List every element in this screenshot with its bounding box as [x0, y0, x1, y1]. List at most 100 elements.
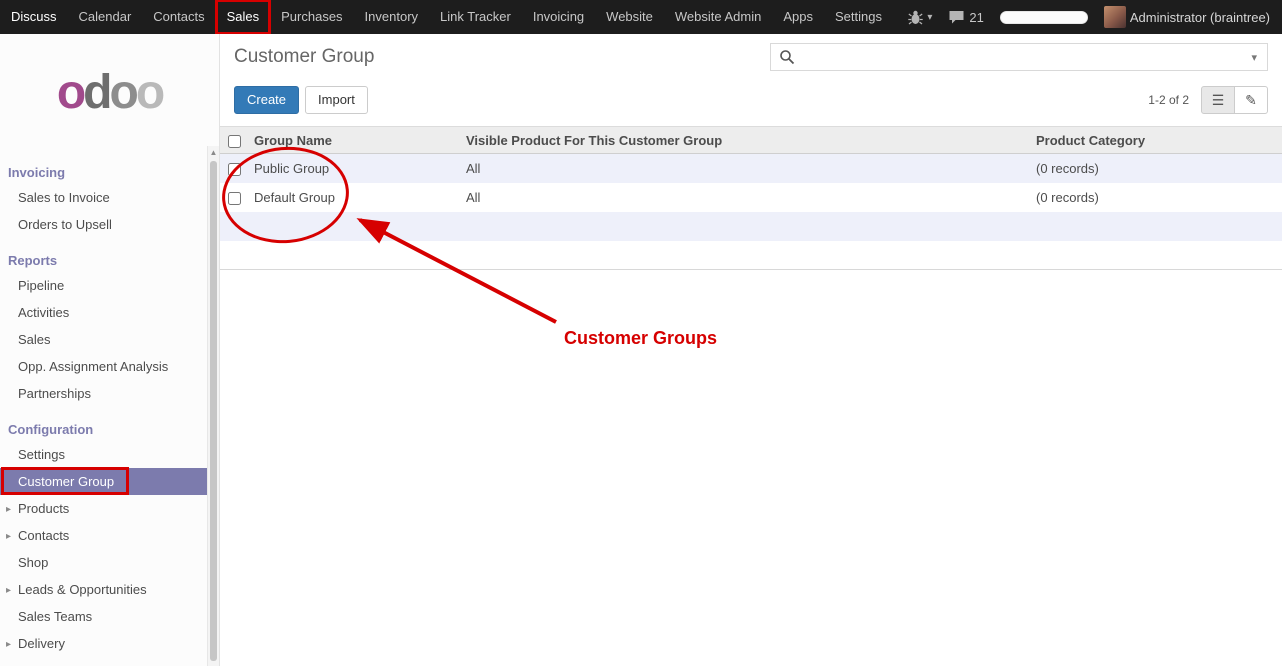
list-icon: ☰	[1212, 92, 1225, 109]
logo-letter: o	[136, 65, 162, 120]
search-box[interactable]: ▾	[770, 43, 1268, 71]
scroll-up-icon[interactable]: ▲	[208, 146, 219, 159]
sidebar-item-settings[interactable]: Settings	[0, 441, 207, 468]
nav-item-website-admin[interactable]: Website Admin	[664, 0, 772, 34]
chat-bubble-icon	[948, 10, 965, 25]
message-count-badge: 21	[969, 10, 983, 25]
main-menu: Discuss Calendar Contacts Sales Purchase…	[0, 0, 893, 34]
column-header-product-category[interactable]: Product Category	[1030, 127, 1282, 154]
sidebar-item-products[interactable]: ▸ Products	[0, 495, 207, 522]
navbar-systray: ▾ 21 Administrator (braintree)	[908, 6, 1282, 28]
sidebar-menu: Invoicing Sales to Invoice Orders to Ups…	[0, 158, 207, 657]
nav-item-apps[interactable]: Apps	[772, 0, 824, 34]
nav-item-sales[interactable]: Sales	[216, 0, 271, 34]
submenu-arrow-icon: ▸	[6, 529, 11, 544]
sidebar-item-contacts[interactable]: ▸ Contacts	[0, 522, 207, 549]
cell-visible-product[interactable]: All	[460, 183, 1030, 212]
sidebar-item-delivery[interactable]: ▸ Delivery	[0, 630, 207, 657]
import-button[interactable]: Import	[305, 86, 368, 114]
main-content: Customer Group ▾ Create Import 1-2 of 2 …	[220, 34, 1282, 666]
sidebar-item-label: Contacts	[18, 528, 69, 543]
nav-item-settings[interactable]: Settings	[824, 0, 893, 34]
logo-letter: o	[110, 65, 136, 120]
cell-product-category[interactable]: (0 records)	[1030, 183, 1282, 212]
table-row[interactable]: Public Group All (0 records)	[220, 154, 1282, 183]
table-filler-row	[220, 212, 1282, 241]
edit-icon: ✎	[1245, 92, 1257, 109]
user-menu[interactable]: Administrator (braintree)	[1104, 6, 1270, 28]
sidebar-item-label: Products	[18, 501, 69, 516]
sidebar-item-sales[interactable]: Sales	[0, 326, 207, 353]
sidebar-item-label: Delivery	[18, 636, 65, 651]
sidebar-item-label: Pipeline	[18, 278, 64, 293]
sidebar-item-sales-teams[interactable]: Sales Teams	[0, 603, 207, 630]
sidebar-item-opp-assignment-analysis[interactable]: Opp. Assignment Analysis	[0, 353, 207, 380]
logo-letter: d	[83, 65, 109, 120]
messages-button[interactable]: 21	[948, 10, 983, 25]
sidebar-item-label: Customer Group	[18, 474, 114, 489]
nav-item-contacts[interactable]: Contacts	[142, 0, 215, 34]
submenu-arrow-icon: ▸	[6, 637, 11, 652]
sidebar-item-partnerships[interactable]: Partnerships	[0, 380, 207, 407]
debug-menu-toggle[interactable]: ▾	[908, 10, 932, 25]
chevron-down-icon: ▾	[927, 12, 932, 23]
row-checkbox[interactable]	[228, 192, 241, 205]
submenu-arrow-icon: ▸	[6, 583, 11, 598]
nav-item-inventory[interactable]: Inventory	[354, 0, 429, 34]
sidebar-item-leads-opportunities[interactable]: ▸ Leads & Opportunities	[0, 576, 207, 603]
annotation-label: Customer Groups	[564, 328, 717, 349]
sidebar-item-label: Sales to Invoice	[18, 190, 110, 205]
cell-product-category[interactable]: (0 records)	[1030, 154, 1282, 183]
nav-item-discuss[interactable]: Discuss	[0, 0, 68, 34]
pager-label: 1-2 of 2	[1148, 93, 1189, 107]
view-switcher: ☰ ✎	[1201, 86, 1268, 114]
sidebar-item-label: Leads & Opportunities	[18, 582, 147, 597]
table-filler-row	[220, 241, 1282, 270]
cell-group-name[interactable]: Public Group	[248, 154, 460, 183]
column-header-group-name[interactable]: Group Name	[248, 127, 460, 154]
nav-item-purchases[interactable]: Purchases	[270, 0, 353, 34]
table-row[interactable]: Default Group All (0 records)	[220, 183, 1282, 212]
column-header-visible-product[interactable]: Visible Product For This Customer Group	[460, 127, 1030, 154]
odoo-logo: odoo	[0, 34, 219, 150]
sidebar-item-label: Settings	[18, 447, 65, 462]
cell-visible-product[interactable]: All	[460, 154, 1030, 183]
sidebar-item-label: Sales Teams	[18, 609, 92, 624]
timer-pill[interactable]	[1000, 11, 1088, 24]
sidebar-item-label: Sales	[18, 332, 51, 347]
nav-item-calendar[interactable]: Calendar	[68, 0, 143, 34]
submenu-arrow-icon: ▸	[6, 502, 11, 517]
sidebar: odoo Invoicing Sales to Invoice Orders t…	[0, 34, 220, 666]
logo-letter: o	[57, 65, 83, 120]
nav-item-link-tracker[interactable]: Link Tracker	[429, 0, 522, 34]
action-bar: Create Import 1-2 of 2 ☰ ✎	[220, 80, 1282, 126]
sidebar-item-activities[interactable]: Activities	[0, 299, 207, 326]
sidebar-scrollbar[interactable]: ▲	[207, 146, 219, 666]
cell-group-name[interactable]: Default Group	[248, 183, 460, 212]
sidebar-item-label: Orders to Upsell	[18, 217, 112, 232]
scrollbar-thumb[interactable]	[210, 161, 217, 661]
sidebar-item-pipeline[interactable]: Pipeline	[0, 272, 207, 299]
page-title: Customer Group	[234, 46, 374, 68]
search-input[interactable]	[795, 50, 1249, 65]
bug-icon	[908, 10, 923, 25]
control-panel: Customer Group ▾	[220, 34, 1282, 80]
sidebar-heading-reports: Reports	[0, 246, 207, 272]
app-window: Discuss Calendar Contacts Sales Purchase…	[0, 0, 1282, 666]
sidebar-item-label: Shop	[18, 555, 48, 570]
create-button[interactable]: Create	[234, 86, 299, 114]
sidebar-item-sales-to-invoice[interactable]: Sales to Invoice	[0, 184, 207, 211]
list-view-button[interactable]: ☰	[1201, 86, 1235, 114]
sidebar-item-orders-to-upsell[interactable]: Orders to Upsell	[0, 211, 207, 238]
sidebar-item-shop[interactable]: Shop	[0, 549, 207, 576]
row-checkbox[interactable]	[228, 163, 241, 176]
sidebar-item-label: Partnerships	[18, 386, 91, 401]
nav-item-website[interactable]: Website	[595, 0, 664, 34]
nav-item-invoicing[interactable]: Invoicing	[522, 0, 595, 34]
sidebar-item-label: Activities	[18, 305, 69, 320]
select-all-checkbox[interactable]	[228, 135, 241, 148]
sidebar-item-customer-group[interactable]: Customer Group	[0, 468, 207, 495]
search-filters-caret-icon[interactable]: ▾	[1249, 51, 1259, 64]
avatar	[1104, 6, 1126, 28]
form-view-button[interactable]: ✎	[1234, 86, 1268, 114]
